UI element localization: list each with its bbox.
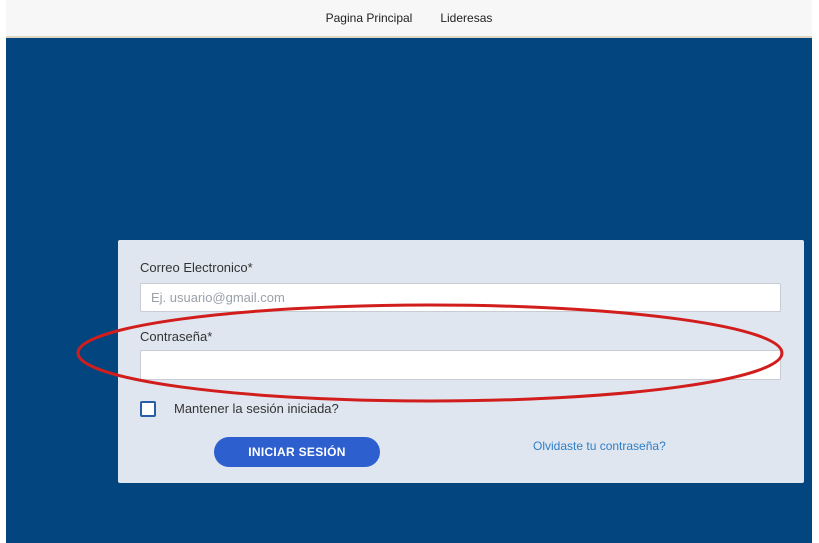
nav-link-pagina-principal[interactable]: Pagina Principal	[326, 11, 413, 25]
forgot-password-link[interactable]: Olvidaste tu contraseña?	[533, 439, 666, 453]
password-input[interactable]	[140, 350, 781, 380]
login-card: Correo Electronico* Contraseña* Mantener…	[118, 240, 804, 483]
password-label: Contraseña*	[140, 329, 213, 344]
remember-checkbox[interactable]	[140, 401, 156, 417]
remember-label[interactable]: Mantener la sesión iniciada?	[174, 401, 339, 416]
email-label: Correo Electronico*	[140, 260, 253, 275]
top-navigation: Pagina Principal Lideresas	[6, 0, 812, 38]
nav-link-lideresas[interactable]: Lideresas	[440, 11, 492, 25]
login-button[interactable]: INICIAR SESIÓN	[214, 437, 380, 467]
email-input[interactable]	[140, 283, 781, 312]
page: Pagina Principal Lideresas Correo Electr…	[0, 0, 819, 543]
